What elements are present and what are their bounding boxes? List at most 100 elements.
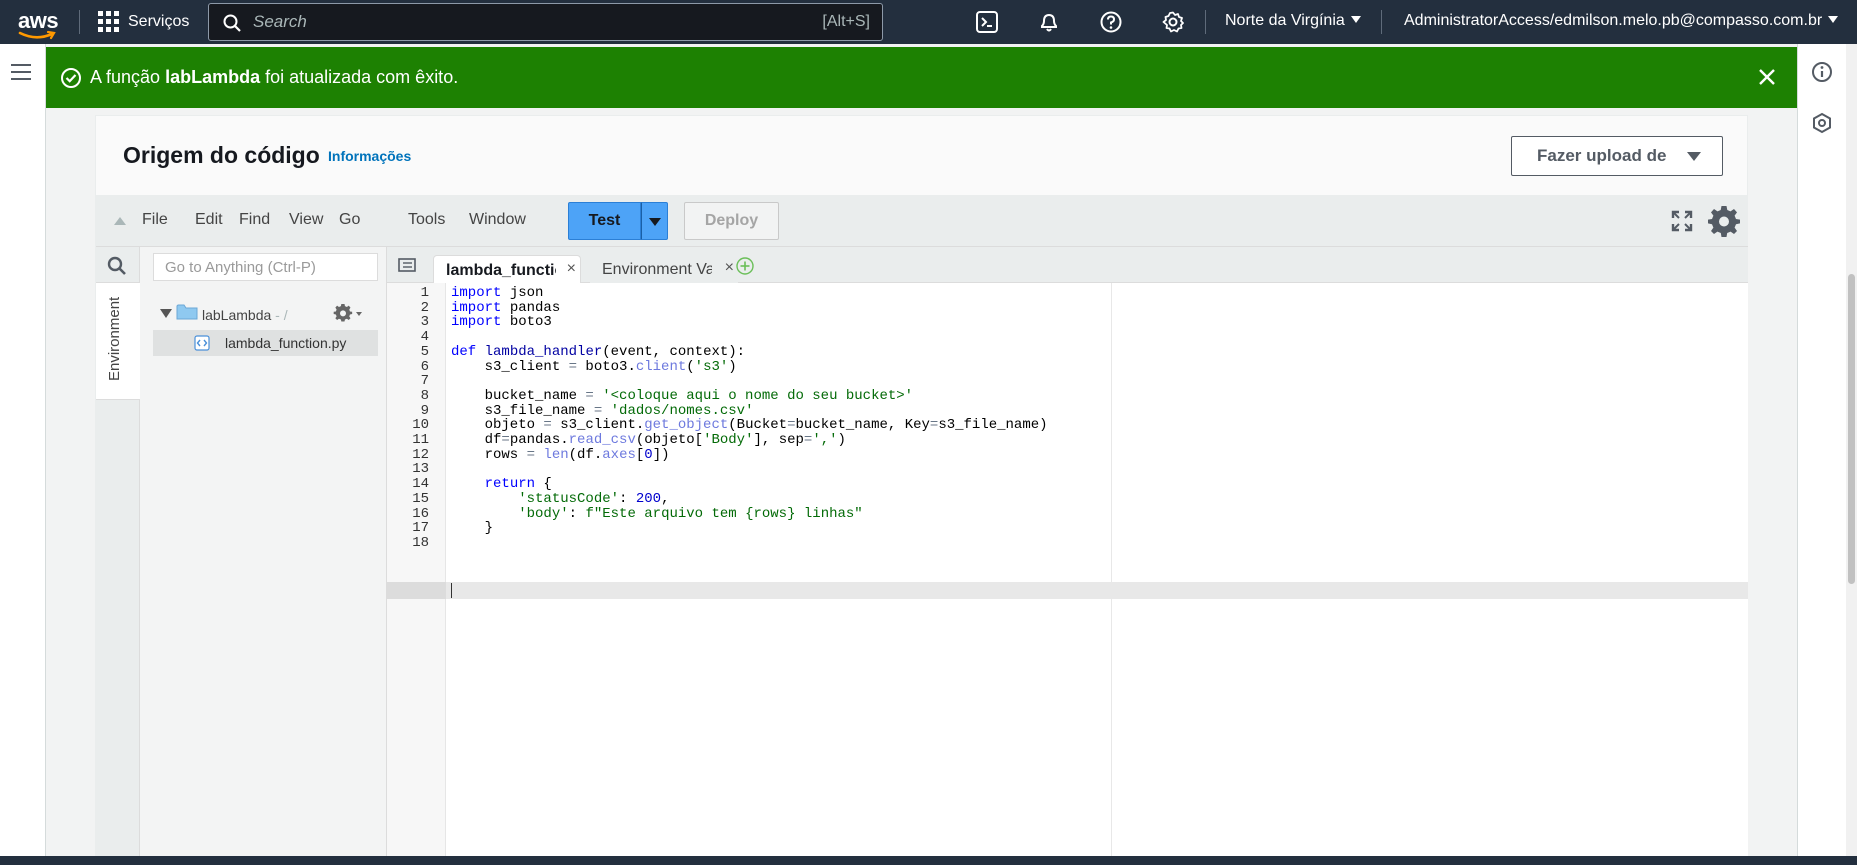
line-number: 2 [420, 299, 429, 316]
line-number: 3 [420, 314, 429, 331]
add-tab-icon[interactable] [735, 256, 755, 276]
close-tab-icon[interactable]: × [725, 259, 734, 277]
deploy-button[interactable]: Deploy [684, 202, 779, 240]
code-line: rows = len(df.axes[0]) [451, 446, 670, 463]
code-line: objeto = s3_client.get_object(Bucket=buc… [451, 417, 1048, 434]
close-tab-icon[interactable]: × [567, 260, 576, 278]
tree-settings-gear-icon[interactable] [333, 304, 363, 324]
menu-file[interactable]: File [142, 211, 168, 229]
right-side-strip [1797, 44, 1846, 856]
menu-tools[interactable]: Tools [408, 211, 445, 229]
info-link[interactable]: Informações [328, 148, 411, 164]
search-bar[interactable]: [Alt+S] [208, 3, 883, 41]
search-input[interactable] [253, 10, 773, 34]
cloud9-ide: File Edit Find View Go Tools Window Test… [96, 195, 1748, 856]
line-number: 9 [420, 402, 429, 419]
ide-settings-gear-icon[interactable] [1708, 205, 1740, 237]
line-number: 7 [420, 373, 429, 390]
code-line: bucket_name = '<coloque aqui o nome do s… [451, 387, 914, 404]
upload-label: Fazer upload de [1537, 146, 1667, 165]
tree-root-path: - / [271, 307, 288, 323]
expand-triangle-icon[interactable] [160, 309, 172, 318]
collapse-menu-icon[interactable] [114, 217, 126, 225]
line-number: 14 [412, 476, 429, 493]
code-editor[interactable]: 1 2 3 4 5 6 7 8 9 10 11 12 13 14 15 16 17 18 import json i… [387, 283, 1748, 856]
code-line: import boto3 [451, 314, 552, 331]
flash-function-name: labLambda [165, 67, 261, 87]
flash-suffix: foi atualizada com êxito. [260, 67, 459, 87]
code-line: } [451, 520, 494, 537]
account-menu[interactable]: AdministratorAccess/edmilson.melo.pb@com… [1404, 12, 1839, 30]
environment-side-tab[interactable]: Environment [96, 283, 140, 400]
code-line: import json [451, 285, 544, 301]
menu-window[interactable]: Window [469, 211, 526, 229]
fullscreen-icon[interactable] [1671, 210, 1693, 232]
panel-header: Origem do código Informações Fazer uploa… [96, 116, 1747, 195]
environment-tab-label: Environment [106, 296, 123, 381]
top-navigation-bar: aws Serviços [Alt+S] Norte da Virgínia A… [0, 0, 1857, 44]
tree-file-lambda-function[interactable]: lambda_function.py [153, 330, 378, 356]
tab-lambda-function[interactable]: lambda_function × [433, 255, 581, 283]
test-button[interactable]: Test [568, 202, 641, 240]
bell-icon[interactable] [1038, 11, 1060, 33]
info-icon[interactable] [1811, 61, 1833, 83]
hamburger-menu-icon[interactable] [11, 64, 31, 80]
help-icon[interactable] [1100, 11, 1122, 33]
tab-label: Environment Var [602, 261, 712, 278]
editor-tab-bar: lambda_function × Environment Var × [387, 247, 1748, 283]
side-search-button[interactable] [96, 247, 140, 283]
test-dropdown-button[interactable] [641, 202, 668, 240]
search-icon [223, 14, 241, 32]
flash-prefix: A função [90, 67, 166, 87]
region-selector[interactable]: Norte da Virgínia [1225, 12, 1361, 30]
text-cursor [451, 583, 452, 598]
scrollbar-thumb[interactable] [1848, 274, 1855, 584]
chevron-down-icon [1350, 16, 1361, 23]
success-check-icon [61, 68, 81, 88]
chevron-down-icon [649, 218, 661, 226]
line-number: 18 [412, 534, 429, 551]
tab-list-icon[interactable] [398, 257, 416, 273]
tab-environment-variables[interactable]: Environment Var × [590, 255, 738, 283]
success-flash-banner: A função labLambda foi atualizada com êx… [46, 47, 1797, 108]
code-line: def lambda_handler(event, context): [451, 343, 746, 360]
services-menu-button[interactable]: Serviços [98, 10, 189, 34]
line-number: 8 [420, 387, 429, 404]
code-line: df=pandas.read_csv(objeto['Body'], sep='… [451, 432, 846, 448]
line-number: 13 [412, 461, 429, 478]
chevron-down-icon [1687, 152, 1701, 161]
go-to-anything-input[interactable] [153, 253, 378, 281]
bottom-bar [0, 856, 1857, 865]
account-label: AdministratorAccess/edmilson.melo.pb@com… [1404, 12, 1823, 29]
cloudshell-icon[interactable] [976, 11, 998, 33]
folder-icon [176, 304, 198, 320]
file-tree-panel: labLambda - / lambda_function.py [140, 247, 387, 856]
menu-view[interactable]: View [289, 211, 323, 229]
line-number-gutter: 1 2 3 4 5 6 7 8 9 10 11 12 13 14 15 16 17 18 [387, 283, 446, 856]
tab-label: lambda_function [446, 262, 556, 279]
close-icon[interactable] [1757, 67, 1777, 87]
search-icon [107, 256, 126, 275]
line-number: 5 [420, 343, 429, 360]
aws-logo[interactable]: aws [18, 6, 60, 40]
feedback-icon[interactable] [1811, 112, 1833, 134]
line-number: 10 [412, 417, 429, 434]
menu-find[interactable]: Find [239, 211, 270, 229]
upload-from-button[interactable]: Fazer upload de [1511, 136, 1723, 176]
settings-icon[interactable] [1162, 11, 1184, 33]
services-label: Serviços [128, 13, 190, 30]
flash-message: A função labLambda foi atualizada com êx… [90, 67, 458, 88]
code-line: return { [484, 476, 552, 493]
nav-divider [79, 10, 80, 34]
side-tab-strip: Environment [96, 247, 140, 856]
line-number: 17 [412, 520, 429, 537]
menu-edit[interactable]: Edit [195, 211, 223, 229]
line-number: 12 [412, 446, 429, 463]
page-scrollbar[interactable] [1846, 44, 1857, 856]
menu-go[interactable]: Go [339, 211, 360, 229]
page-title: Origem do código [123, 142, 320, 168]
search-shortcut-hint: [Alt+S] [822, 13, 870, 30]
line-number: 1 [420, 285, 429, 301]
code-line: s3_client = boto3.client('s3') [451, 358, 737, 375]
region-label: Norte da Virgínia [1225, 12, 1345, 29]
